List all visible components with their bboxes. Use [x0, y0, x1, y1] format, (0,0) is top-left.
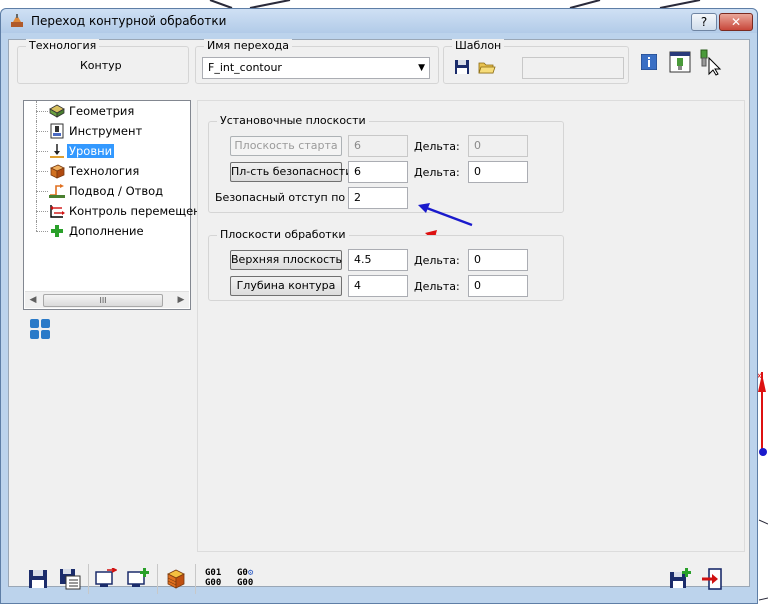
help-button[interactable]: ? [691, 13, 717, 31]
top-plane-field[interactable]: 4.5 [348, 249, 408, 271]
start-delta-label: Дельта: [414, 140, 460, 153]
tree-item-tool[interactable]: Инструмент [24, 121, 190, 141]
start-plane-field[interactable]: 6 [348, 135, 408, 157]
tree-item-approach[interactable]: Подвод / Отвод [24, 181, 190, 201]
transition-name-select[interactable]: F_int_contour ▼ [202, 57, 430, 79]
technology-group: Технология Контур [17, 39, 189, 84]
tree-item-geometry[interactable]: Геометрия [24, 101, 190, 121]
technology-icon [50, 164, 65, 179]
tool-window-icon[interactable] [669, 51, 691, 73]
info-icon[interactable] [641, 54, 657, 70]
safe-offset-field[interactable]: 2 [348, 187, 408, 209]
tree-item-technology[interactable]: Технология [24, 161, 190, 181]
template-label: Шаблон [452, 39, 505, 52]
chevron-down-icon: ▼ [418, 63, 425, 73]
dialog-client-area: Технология Контур Имя перехода F_int_con… [8, 39, 750, 594]
levels-panel: Установочные плоскости Плоскость старта … [197, 100, 745, 552]
geometry-icon [49, 104, 65, 118]
safe-offset-label: Безопасный отступ по Z: [215, 191, 360, 204]
depth-delta-field[interactable]: 0 [468, 275, 528, 297]
technology-label: Технология [26, 39, 100, 52]
contour-depth-field[interactable]: 4 [348, 275, 408, 297]
start-plane-button[interactable]: Плоскость старта [230, 136, 342, 156]
tool-select-cursor-icon[interactable] [697, 48, 725, 76]
template-field[interactable] [522, 57, 624, 79]
tree-item-label: Технология [69, 164, 140, 178]
close-button[interactable]: ✕ [719, 13, 753, 31]
setup-planes-group: Установочные плоскости Плоскость старта … [208, 114, 564, 213]
safety-delta-label: Дельта: [414, 166, 460, 179]
grid-view-icon[interactable] [29, 318, 51, 340]
dialog-window: Переход контурной обработки ? ✕ Технолог… [0, 8, 758, 604]
gear-icon: ⚙ [247, 568, 254, 578]
scroll-left-icon[interactable]: ◀ [25, 293, 41, 308]
depth-delta-label: Дельта: [414, 280, 460, 293]
top-plane-button[interactable]: Верхняя плоскость [230, 250, 342, 270]
machining-planes-title: Плоскости обработки [217, 228, 349, 241]
tree-item-label: Подвод / Отвод [69, 184, 164, 198]
window-title: Переход контурной обработки [31, 14, 227, 28]
template-group: Шаблон [443, 39, 629, 84]
technology-value: Контур [80, 59, 122, 72]
contour-depth-button[interactable]: Глубина контура [230, 276, 342, 296]
tree-item-move-control[interactable]: Контроль перемещений [24, 201, 216, 221]
open-folder-icon[interactable] [478, 59, 496, 75]
scroll-thumb[interactable]: III [43, 294, 163, 307]
app-icon [11, 14, 23, 27]
transition-name-label: Имя перехода [204, 39, 292, 52]
tree-item-label: Уровни [67, 144, 115, 158]
blue-arrow-line [423, 205, 473, 227]
toolbar-separator [157, 564, 158, 594]
save-as-icon[interactable] [59, 568, 81, 590]
gcode-text: G00 [205, 578, 222, 588]
export-screen-icon[interactable] [95, 568, 117, 590]
safety-plane-field[interactable]: 6 [348, 161, 408, 183]
start-delta-field[interactable]: 0 [468, 135, 528, 157]
tree-item-label: Геометрия [69, 104, 135, 118]
navigation-tree[interactable]: Геометрия Инструмент Уровни Технология П… [23, 100, 216, 310]
tool-icon [50, 123, 64, 139]
layers-icon[interactable] [165, 568, 187, 590]
save-template-icon[interactable] [454, 59, 470, 75]
tree-item-label: Дополнение [69, 224, 144, 238]
transition-name-value: F_int_contour [208, 61, 282, 74]
plus-icon [51, 225, 63, 237]
gcode-g0-icon[interactable]: G0⚙ G00 [237, 568, 253, 588]
move-control-icon [50, 205, 65, 218]
tree-item-addition[interactable]: Дополнение [24, 221, 190, 241]
gcode-g01-icon[interactable]: G01 G00 [205, 568, 221, 588]
save-add-icon[interactable] [669, 568, 691, 590]
approach-icon [49, 184, 65, 198]
add-screen-icon[interactable] [127, 568, 149, 590]
gcode-text: G0⚙ [237, 568, 254, 578]
toolbar-separator [195, 564, 196, 594]
gcode-text: G01 [205, 568, 222, 578]
title-bar[interactable]: Переход контурной обработки ? ✕ [1, 9, 757, 33]
top-delta-label: Дельта: [414, 254, 460, 267]
gcode-text: G00 [237, 578, 254, 588]
tree-horizontal-scrollbar[interactable]: ◀ III ▶ [25, 291, 189, 308]
setup-planes-title: Установочные плоскости [217, 114, 369, 127]
exit-icon[interactable] [701, 568, 723, 590]
toolbar-separator [88, 564, 89, 594]
machining-planes-group: Плоскости обработки Верхняя плоскость 4.… [208, 228, 564, 301]
safety-delta-field[interactable]: 0 [468, 161, 528, 183]
safety-plane-button[interactable]: Пл-сть безопасности [230, 162, 352, 182]
top-delta-field[interactable]: 0 [468, 249, 528, 271]
levels-icon [50, 144, 64, 158]
transition-name-group: Имя перехода F_int_contour ▼ [195, 39, 439, 84]
tree-item-levels[interactable]: Уровни [24, 141, 190, 161]
scroll-right-icon[interactable]: ▶ [173, 293, 189, 308]
save-icon[interactable] [27, 568, 49, 590]
tree-item-label: Инструмент [69, 124, 143, 138]
tree-item-label: Контроль перемещений [69, 204, 216, 218]
